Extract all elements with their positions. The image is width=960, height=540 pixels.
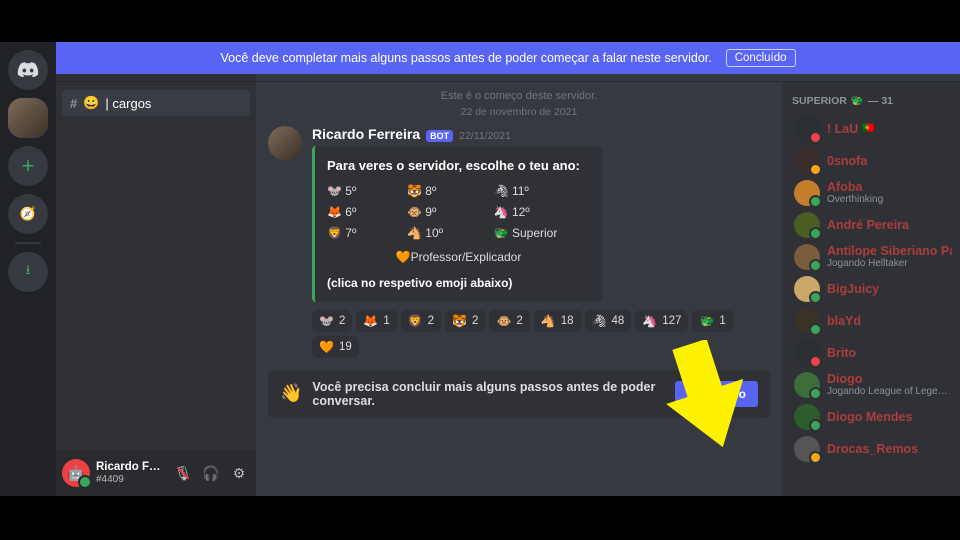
member-avatar xyxy=(794,276,820,302)
member-item[interactable]: ! LaU 🇵🇹 xyxy=(792,113,954,145)
user-settings-button[interactable]: ⚙ xyxy=(228,462,250,484)
member-item[interactable]: BigJuicy xyxy=(792,273,954,305)
add-server-button[interactable]: + xyxy=(8,146,48,186)
member-name: Diogo xyxy=(827,372,952,386)
finish-steps-bar: 👋 Você precisa concluir mais alguns pass… xyxy=(268,370,770,418)
embed-year-grid: 🐭 5º 🐯 8º 🦓 11º 🦊 6º 🐵 9º 🦄 12º 🦁 7º 🐴 10º 🐲 Sup… xyxy=(327,182,590,242)
reaction[interactable]: 🐭2 xyxy=(312,310,352,332)
member-avatar xyxy=(794,180,820,206)
server-rail: + 🧭 ⭳ xyxy=(0,42,56,496)
chat-scroll[interactable]: Este é o começo deste servidor. 22 de no… xyxy=(256,82,782,496)
banner-text: Você deve completar mais alguns passos a… xyxy=(220,51,711,65)
banner-done-button[interactable]: Concluído xyxy=(726,49,796,67)
self-avatar[interactable]: 🤖 xyxy=(62,459,90,487)
home-button[interactable] xyxy=(8,50,48,90)
embed-year-cell: 🦓 11º xyxy=(494,182,590,200)
avatar[interactable] xyxy=(268,126,302,160)
embed-year-cell: 🐯 8º xyxy=(407,182,476,200)
member-item[interactable]: André Pereira xyxy=(792,209,954,241)
user-panel: 🤖 Ricardo Ferr… #4409 🎙 🎧 ⚙ xyxy=(56,450,256,496)
server-icon[interactable] xyxy=(8,98,48,138)
hash-icon: # xyxy=(70,96,77,111)
channel-emoji: 😀 xyxy=(83,95,99,111)
reactions-row: 🐭2🦊1🦁2🐯2🐵2🐴18🦓48🦄127🐲1 🧡19 xyxy=(312,310,770,358)
embed-year-cell: 🐴 10º xyxy=(407,224,476,242)
reaction[interactable]: 🦊1 xyxy=(356,310,396,332)
main-area: # 😀| cargos # 🔕 📌 👥 🔍 📥 ? Este é o começ… xyxy=(256,42,960,496)
embed-title: Para veres o servidor, escolhe o teu ano… xyxy=(327,156,590,176)
embed: Para veres o servidor, escolhe o teu ano… xyxy=(312,146,602,302)
embed-year-cell: 🐭 5º xyxy=(327,182,389,200)
member-item[interactable]: Brito xyxy=(792,337,954,369)
message-timestamp: 22/11/2021 xyxy=(459,130,511,142)
member-item[interactable]: Diogo Mendes xyxy=(792,401,954,433)
reaction[interactable]: 🦁2 xyxy=(401,310,441,332)
member-list: SUPERIOR 🐲 — 31 ! LaU 🇵🇹 0snofa AfobaOvert… xyxy=(782,82,960,496)
member-name: Antílope Siberiano Par… xyxy=(827,244,952,258)
member-item[interactable]: 0snofa xyxy=(792,145,954,177)
member-avatar xyxy=(794,308,820,334)
member-name: ! LaU 🇵🇹 xyxy=(827,122,875,136)
channel-list: # 😀 | cargos xyxy=(56,82,256,450)
member-name: André Pereira xyxy=(827,218,909,232)
reaction[interactable]: 🐯2 xyxy=(445,310,485,332)
member-name: Drocas_Remos xyxy=(827,442,918,456)
reaction[interactable]: 🐲1 xyxy=(692,310,732,332)
explore-servers-button[interactable]: 🧭 xyxy=(8,194,48,234)
member-item[interactable]: AfobaOverthinking xyxy=(792,177,954,209)
member-avatar xyxy=(794,148,820,174)
member-name: blaYd xyxy=(827,314,861,328)
reaction[interactable]: 🐴18 xyxy=(534,310,581,332)
embed-year-cell: 🦊 6º xyxy=(327,203,389,221)
bot-tag: BOT xyxy=(426,130,453,142)
member-name: BigJuicy xyxy=(827,282,879,296)
finish-text: Você precisa concluir mais alguns passos… xyxy=(312,380,665,408)
rail-separator xyxy=(15,242,41,244)
member-avatar xyxy=(794,436,820,462)
channel-item-cargos[interactable]: # 😀 | cargos xyxy=(62,90,250,116)
member-avatar xyxy=(794,372,820,398)
member-avatar xyxy=(794,340,820,366)
channel-start-text: Este é o começo deste servidor. xyxy=(268,90,770,102)
channel-sidebar: Ricardo Ferreira - Comu… ⌄ # 😀 | cargos … xyxy=(56,42,256,496)
message-author[interactable]: Ricardo Ferreira xyxy=(312,126,420,142)
reaction[interactable]: 🦓48 xyxy=(585,310,632,332)
member-item[interactable]: Antílope Siberiano Par…Jogando Helltaker xyxy=(792,241,954,273)
reaction[interactable]: 🧡19 xyxy=(312,336,359,358)
date-divider: 22 de novembro de 2021 xyxy=(268,106,770,118)
reaction[interactable]: 🦄127 xyxy=(635,310,688,332)
self-username[interactable]: Ricardo Ferr… #4409 xyxy=(96,461,166,485)
onboarding-banner: Você deve completar mais alguns passos a… xyxy=(56,42,960,74)
member-avatar xyxy=(794,404,820,430)
deafen-button[interactable]: 🎧 xyxy=(200,462,222,484)
member-name: 0snofa xyxy=(827,154,867,168)
member-avatar xyxy=(794,244,820,270)
member-avatar xyxy=(794,212,820,238)
embed-year-cell: 🦁 7º xyxy=(327,224,389,242)
wave-icon: 👋 xyxy=(280,383,302,404)
embed-hint: (clica no respetivo emoji abaixo) xyxy=(327,274,590,292)
message: Ricardo Ferreira BOT 22/11/2021 Para ver… xyxy=(268,126,770,358)
member-avatar xyxy=(794,116,820,142)
embed-year-cell: 🐲 Superior xyxy=(494,224,590,242)
embed-year-cell: 🐵 9º xyxy=(407,203,476,221)
embed-year-cell: 🦄 12º xyxy=(494,203,590,221)
member-item[interactable]: blaYd xyxy=(792,305,954,337)
finish-button[interactable]: Concluído xyxy=(675,381,758,407)
member-name: Brito xyxy=(827,346,856,360)
member-name: Afoba xyxy=(827,180,883,194)
member-item[interactable]: DiogoJogando League of Legends 💬 xyxy=(792,369,954,401)
member-group-header: SUPERIOR 🐲 — 31 xyxy=(792,94,954,107)
member-name: Diogo Mendes xyxy=(827,410,912,424)
mute-mic-button[interactable]: 🎙 xyxy=(172,462,194,484)
channel-name: | cargos xyxy=(105,96,151,111)
reaction[interactable]: 🐵2 xyxy=(489,310,529,332)
member-item[interactable]: Drocas_Remos xyxy=(792,433,954,465)
download-apps-button[interactable]: ⭳ xyxy=(8,252,48,292)
embed-professor: 🧡Professor/Explicador xyxy=(327,248,590,266)
